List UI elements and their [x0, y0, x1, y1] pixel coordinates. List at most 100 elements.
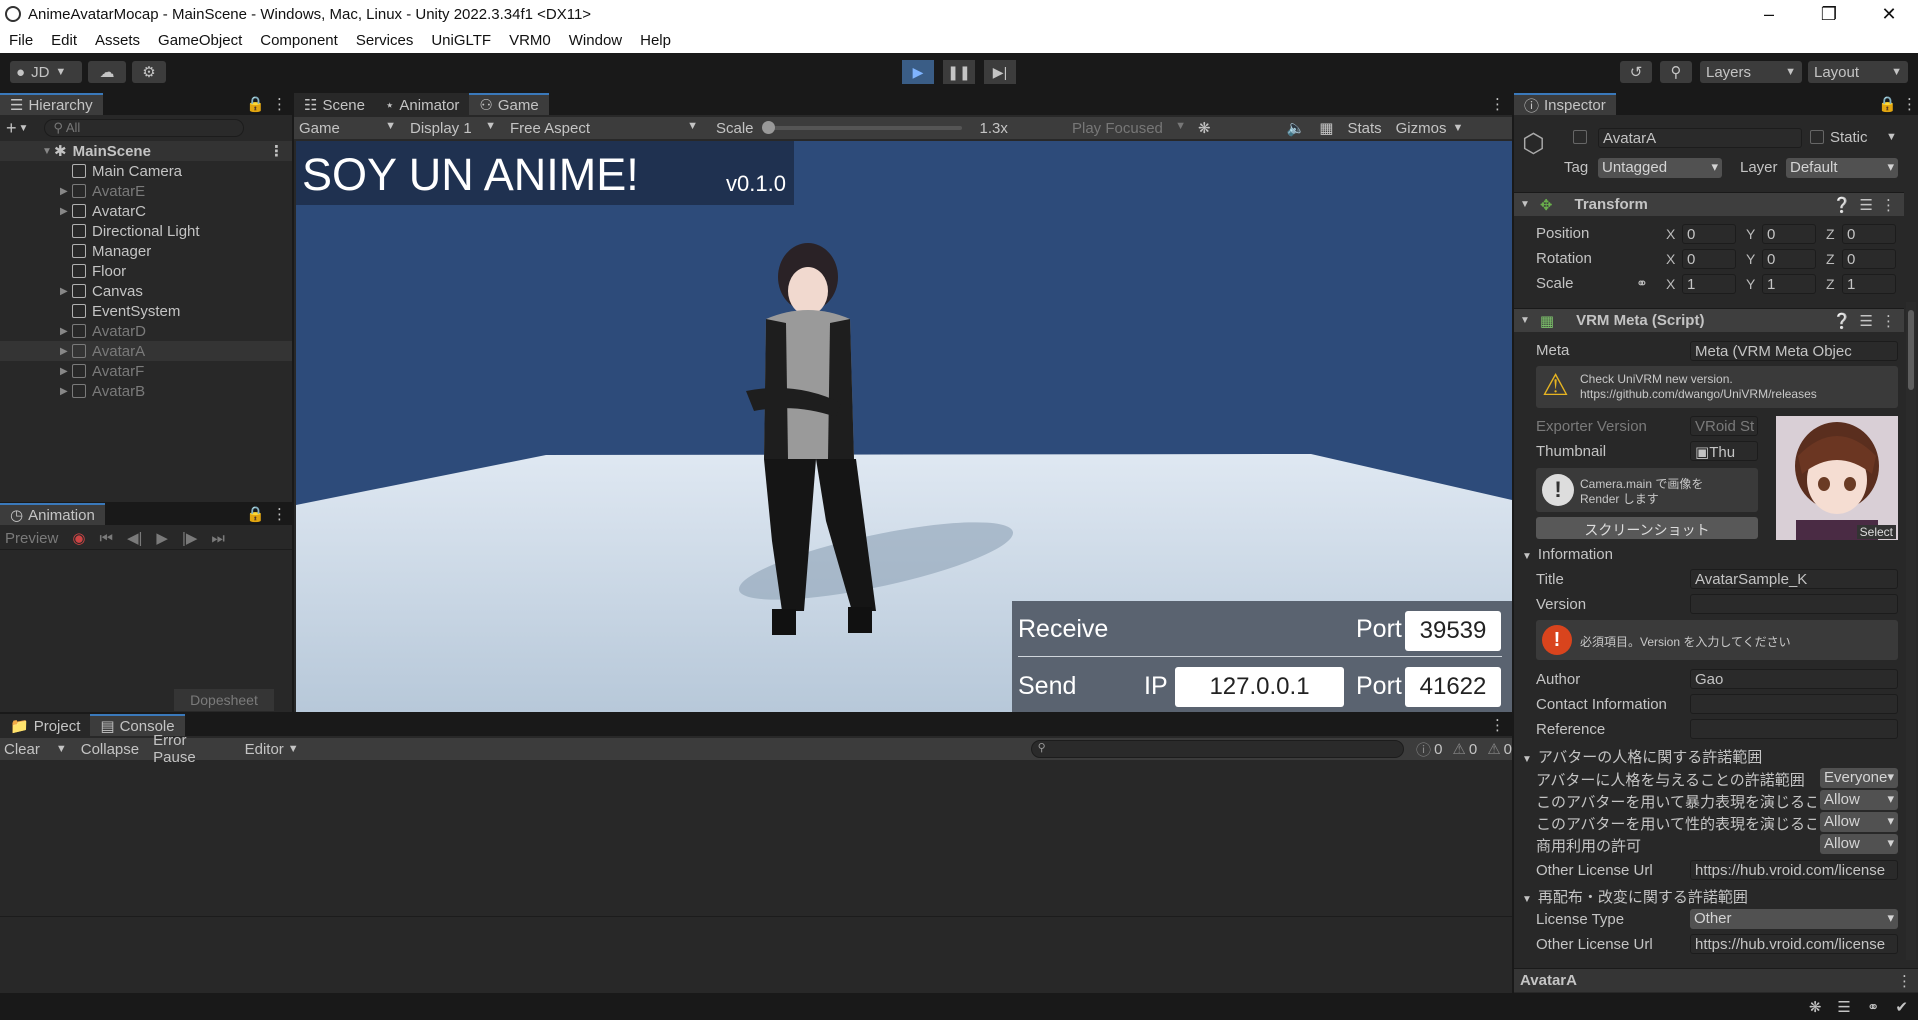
display-dropdown[interactable]: Display 1 ▼ — [402, 120, 502, 137]
permission-dropdown[interactable]: Allow — [1820, 790, 1898, 810]
aspect-dropdown[interactable]: Free Aspect ▼ — [502, 120, 704, 137]
help-icon[interactable]: ❔ — [1833, 312, 1852, 330]
collab-button[interactable]: ⚙ — [132, 61, 166, 83]
contact-input[interactable] — [1690, 694, 1898, 714]
hierarchy-item[interactable]: ▶ AvatarB — [0, 381, 292, 401]
scale-track[interactable] — [761, 121, 962, 134]
cache-icon[interactable]: ☰ — [1837, 998, 1850, 1016]
hierarchy-search-input[interactable]: ⚲ All — [44, 119, 245, 137]
send-ip-input[interactable]: 127.0.0.1 — [1175, 667, 1344, 707]
axis-x-label[interactable]: X — [1666, 226, 1675, 242]
dopesheet-button[interactable]: Dopesheet — [174, 689, 274, 711]
more-options-icon[interactable]: ⋮ — [1490, 716, 1505, 734]
chevron-down-icon[interactable]: ▼ — [1452, 122, 1463, 134]
network-icon[interactable]: ⚭ — [1867, 998, 1880, 1016]
search-button[interactable]: ⚲ — [1660, 61, 1692, 83]
menu-component[interactable]: Component — [251, 29, 347, 53]
more-options-icon[interactable]: ⋮ — [1881, 196, 1896, 214]
lock-icon[interactable]: 🔒 — [246, 505, 265, 523]
tab-game[interactable]: ⚇ Game — [469, 93, 549, 115]
chevron-down-icon[interactable]: ▼ — [1886, 131, 1897, 143]
scale-z-field[interactable]: 1 — [1842, 274, 1896, 294]
chevron-down-icon[interactable]: ▼ — [288, 743, 299, 755]
check-circle-icon[interactable]: ✔ — [1895, 998, 1908, 1016]
permission-foldout[interactable]: ▼ アバターの人格に関する許諾範囲 — [1522, 746, 1762, 767]
game-viewport[interactable]: SOY UN ANIME! v0.1.0 Receive Port 39539 … — [296, 141, 1512, 712]
hierarchy-item[interactable]: ▶ AvatarA — [0, 341, 292, 361]
game-mode-dropdown[interactable]: Game ▼ — [294, 120, 402, 137]
reference-input[interactable] — [1690, 719, 1898, 739]
title-input[interactable]: AvatarSample_K — [1690, 569, 1898, 589]
bug-icon[interactable]: ❋ — [1198, 119, 1211, 137]
gizmos-button[interactable]: Gizmos — [1396, 120, 1447, 137]
layout-dropdown[interactable]: Layout ▼ — [1808, 61, 1908, 83]
audio-mute-icon[interactable]: 🔈 — [1287, 119, 1306, 137]
play-focused-dropdown[interactable]: Play Focused ▼ — [1064, 120, 1192, 137]
history-button[interactable]: ↺ — [1620, 61, 1652, 83]
hierarchy-item[interactable]: ▶ AvatarF — [0, 361, 292, 381]
tab-project[interactable]: 📁 Project — [0, 714, 91, 736]
information-foldout[interactable]: ▼ Information — [1522, 546, 1613, 563]
grid-icon[interactable]: ▦ — [1319, 119, 1333, 137]
restore-icon[interactable]: ❐ — [1806, 0, 1852, 29]
more-options-icon[interactable]: ⋮ — [1490, 95, 1505, 113]
scale-slider[interactable]: Scale 1.3x — [704, 120, 1064, 137]
hierarchy-item[interactable]: Main Camera — [0, 161, 292, 181]
axis-y-label[interactable]: Y — [1746, 226, 1755, 242]
error-icon[interactable]: ⚠ — [1487, 740, 1500, 758]
preview-button[interactable]: Preview — [5, 530, 58, 547]
static-checkbox[interactable] — [1810, 130, 1824, 144]
lock-icon[interactable]: 🔒 — [1878, 95, 1897, 113]
vrm-meta-header[interactable]: ▼ ▦ VRM Meta (Script) ❔ ☰ ⋮ — [1514, 308, 1904, 332]
axis-z-label[interactable]: Z — [1826, 276, 1835, 292]
axis-z-label[interactable]: Z — [1826, 251, 1835, 267]
hierarchy-item[interactable]: Manager — [0, 241, 292, 261]
tag-dropdown[interactable]: Untagged — [1598, 158, 1722, 178]
scale-x-field[interactable]: 1 — [1682, 274, 1736, 294]
layers-dropdown[interactable]: Layers ▼ — [1700, 61, 1802, 83]
play-button[interactable]: ▶ — [902, 60, 934, 84]
pause-button[interactable]: ❚❚ — [943, 60, 975, 84]
debug-icon[interactable]: ❋ — [1809, 998, 1822, 1016]
rotation-y-field[interactable]: 0 — [1762, 249, 1816, 269]
expand-arrow-icon[interactable]: ▶ — [60, 186, 72, 197]
expand-arrow-icon[interactable]: ▶ — [60, 286, 72, 297]
expand-arrow-icon[interactable]: ▶ — [60, 326, 72, 337]
record-icon[interactable]: ◉ — [72, 529, 85, 547]
menu-vrm0[interactable]: VRM0 — [500, 29, 560, 53]
first-keyframe-icon[interactable]: ⏮ — [99, 530, 113, 547]
tab-scene[interactable]: ☷ Scene — [294, 93, 375, 115]
close-icon[interactable]: ✕ — [1866, 0, 1912, 29]
stats-button[interactable]: Stats — [1347, 120, 1381, 137]
thumbnail-preview[interactable]: Select — [1776, 416, 1898, 540]
more-options-icon[interactable]: ⋮ — [272, 95, 287, 113]
scale-thumb[interactable] — [761, 121, 775, 134]
hierarchy-item[interactable]: Floor — [0, 261, 292, 281]
position-y-field[interactable]: 0 — [1762, 224, 1816, 244]
active-checkbox[interactable] — [1573, 130, 1587, 144]
last-keyframe-icon[interactable]: ⏭ — [211, 530, 225, 547]
axis-y-label[interactable]: Y — [1746, 251, 1755, 267]
license-type-dropdown[interactable]: Other — [1690, 909, 1898, 929]
collapse-button[interactable]: Collapse — [81, 741, 139, 758]
expand-arrow-icon[interactable]: ▶ — [60, 346, 72, 357]
more-options-icon[interactable]: ⋮ — [272, 505, 287, 523]
menu-window[interactable]: Window — [560, 29, 631, 53]
expand-arrow-icon[interactable]: ▼ — [1520, 199, 1530, 210]
expand-arrow-icon[interactable]: ▼ — [1522, 894, 1532, 905]
redistribution-foldout[interactable]: ▼ 再配布・改変に関する許諾範囲 — [1522, 886, 1748, 907]
rotation-x-field[interactable]: 0 — [1682, 249, 1736, 269]
more-options-icon[interactable]: ⋮ — [1902, 95, 1917, 113]
presets-icon[interactable]: ☰ — [1860, 196, 1873, 214]
help-icon[interactable]: ❔ — [1833, 196, 1852, 214]
presets-icon[interactable]: ☰ — [1860, 312, 1873, 330]
menu-services[interactable]: Services — [347, 29, 423, 53]
tab-hierarchy[interactable]: ☰ Hierarchy — [0, 93, 103, 115]
axis-x-label[interactable]: X — [1666, 276, 1675, 292]
layer-dropdown[interactable]: Default — [1786, 158, 1898, 178]
console-search-input[interactable]: ⚲ — [1030, 740, 1405, 758]
tab-inspector[interactable]: ⓘ Inspector — [1514, 93, 1616, 115]
hierarchy-item[interactable]: ▶ Canvas — [0, 281, 292, 301]
next-keyframe-icon[interactable]: |▶ — [182, 529, 197, 547]
author-input[interactable]: Gao — [1690, 669, 1898, 689]
